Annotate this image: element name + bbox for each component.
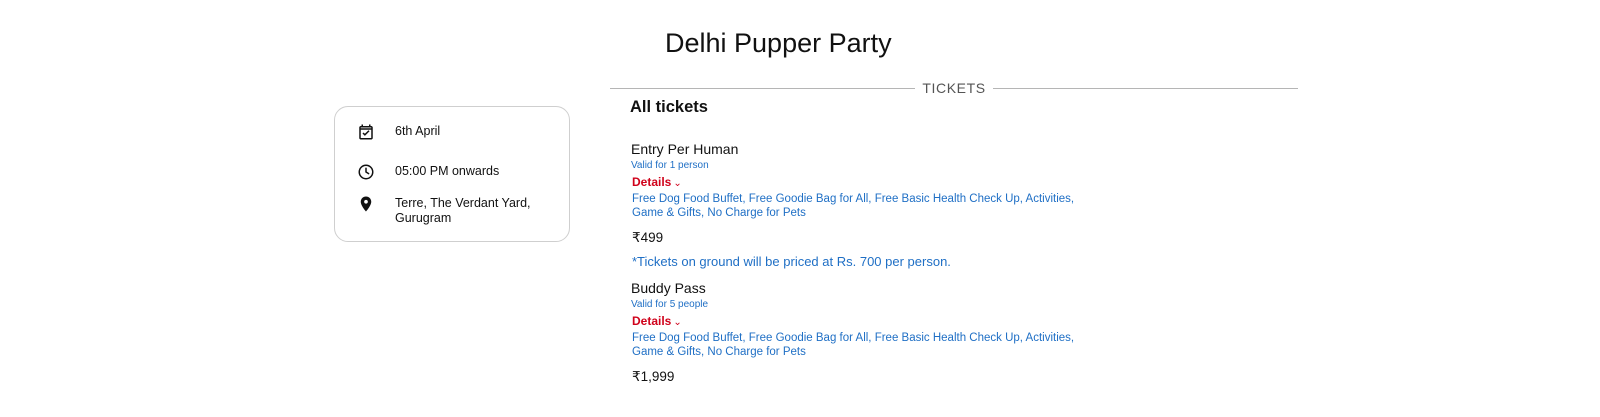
date-row: 6th April	[357, 123, 440, 141]
details-label: Details	[632, 175, 672, 189]
event-venue: Terre, The Verdant Yard, Gurugram	[395, 196, 531, 225]
time-row: 05:00 PM onwards	[357, 163, 499, 181]
clock-icon	[357, 163, 375, 181]
all-tickets-heading: All tickets	[630, 98, 708, 116]
chevron-down-icon: ⌄	[673, 177, 682, 189]
tickets-section-divider: TICKETS	[610, 78, 1299, 98]
ticket-name: Buddy Pass	[631, 280, 706, 296]
ticket-price: ₹499	[632, 230, 664, 245]
tickets-section-label: TICKETS	[922, 80, 986, 96]
event-date: 6th April	[395, 124, 441, 138]
event-time: 05:00 PM onwards	[395, 164, 500, 178]
ticket-benefits: Free Dog Food Buffet, Free Goodie Bag fo…	[632, 193, 1075, 219]
ticket-benefits: Free Dog Food Buffet, Free Goodie Bag fo…	[632, 332, 1075, 358]
divider-line-left	[610, 87, 916, 89]
event-info-card: 6th April 05:00 PM onwards Terre, The Ve…	[334, 106, 570, 242]
details-toggle[interactable]: Details ⌄	[632, 314, 682, 328]
ticket-price: ₹1,999	[632, 369, 675, 384]
divider-line-right	[992, 87, 1299, 89]
ticket-name: Entry Per Human	[631, 141, 739, 157]
details-toggle[interactable]: Details ⌄	[632, 175, 682, 189]
location-pin-icon	[357, 195, 375, 213]
calendar-check-icon	[357, 123, 375, 141]
details-label: Details	[632, 314, 672, 328]
ticket-validity: Valid for 5 people	[631, 299, 709, 310]
chevron-down-icon: ⌄	[673, 316, 682, 328]
ticket-entry-per-human: Entry Per Human Valid for 1 person Detai…	[630, 141, 1090, 269]
ticket-buddy-pass: Buddy Pass Valid for 5 people Details ⌄ …	[630, 280, 1090, 385]
ticket-note: *Tickets on ground will be priced at Rs.…	[632, 254, 951, 269]
venue-row: Terre, The Verdant Yard, Gurugram	[357, 195, 531, 225]
ticket-validity: Valid for 1 person	[631, 160, 709, 171]
page-title: Delhi Pupper Party	[665, 28, 892, 58]
